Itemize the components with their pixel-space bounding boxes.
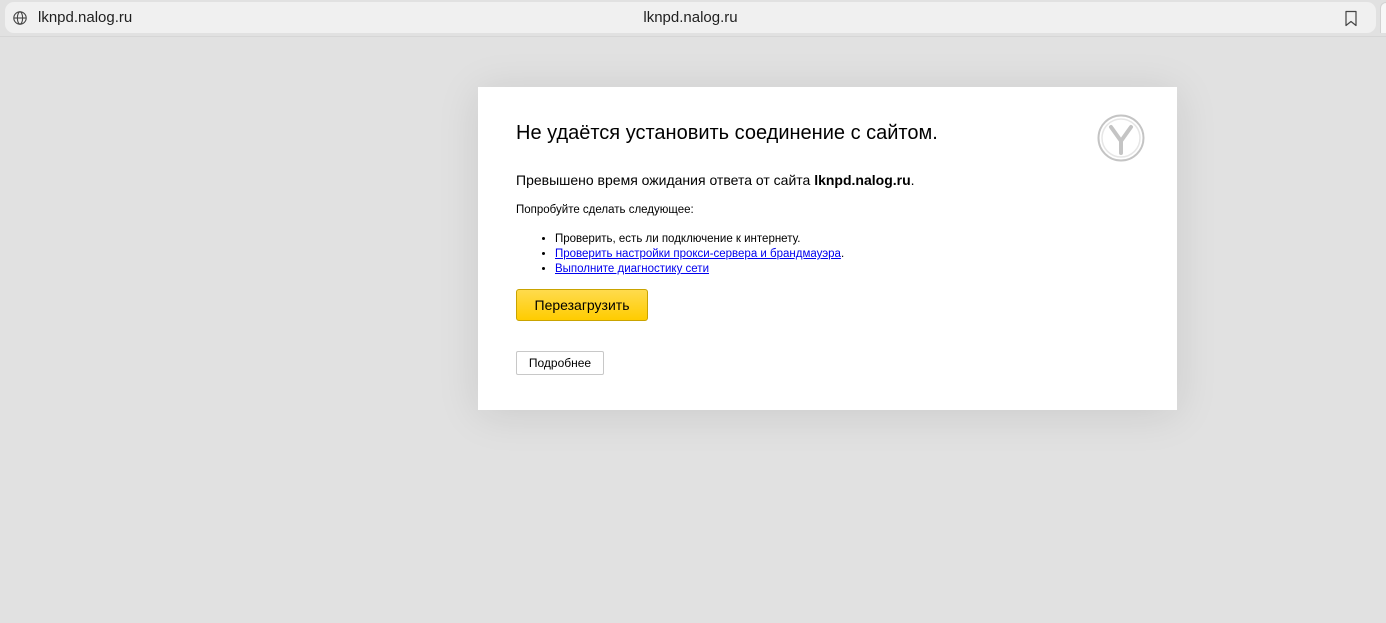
suggestion-diagnostics: Выполните диагностику сети: [555, 262, 844, 277]
reload-button[interactable]: Перезагрузить: [516, 289, 648, 321]
error-summary: Превышено время ожидания ответа от сайта…: [516, 172, 915, 188]
suggestion-suffix: .: [840, 248, 845, 260]
error-card: Не удаётся установить соединение с сайто…: [478, 87, 1177, 410]
error-summary-suffix: .: [910, 172, 915, 188]
toolbar-divider: [0, 36, 1386, 37]
error-host: lknpd.nalog.ru: [814, 172, 911, 188]
yandex-logo: [1097, 114, 1145, 162]
address-bar[interactable]: lknpd.nalog.ru lknpd.nalog.ru: [5, 2, 1376, 33]
network-diagnostics-link[interactable]: Выполните диагностику сети: [555, 263, 709, 275]
error-summary-prefix: Превышено время ожидания ответа от сайта: [516, 172, 815, 188]
sidebar-panel-edge: [1380, 2, 1386, 33]
suggestion-check-connection: Проверить, есть ли подключение к интерне…: [555, 232, 844, 247]
suggestion-check-proxy: Проверить настройки прокси-сервера и бра…: [555, 247, 844, 262]
bookmark-icon[interactable]: [1344, 10, 1358, 27]
url-text[interactable]: lknpd.nalog.ru: [5, 9, 1376, 26]
suggestions-list: Проверить, есть ли подключение к интерне…: [516, 232, 844, 277]
suggestions-title: Попробуйте сделать следующее:: [516, 204, 694, 216]
details-button[interactable]: Подробнее: [516, 351, 604, 375]
error-heading: Не удаётся установить соединение с сайто…: [516, 122, 938, 144]
check-proxy-link[interactable]: Проверить настройки прокси-сервера и бра…: [555, 248, 841, 260]
